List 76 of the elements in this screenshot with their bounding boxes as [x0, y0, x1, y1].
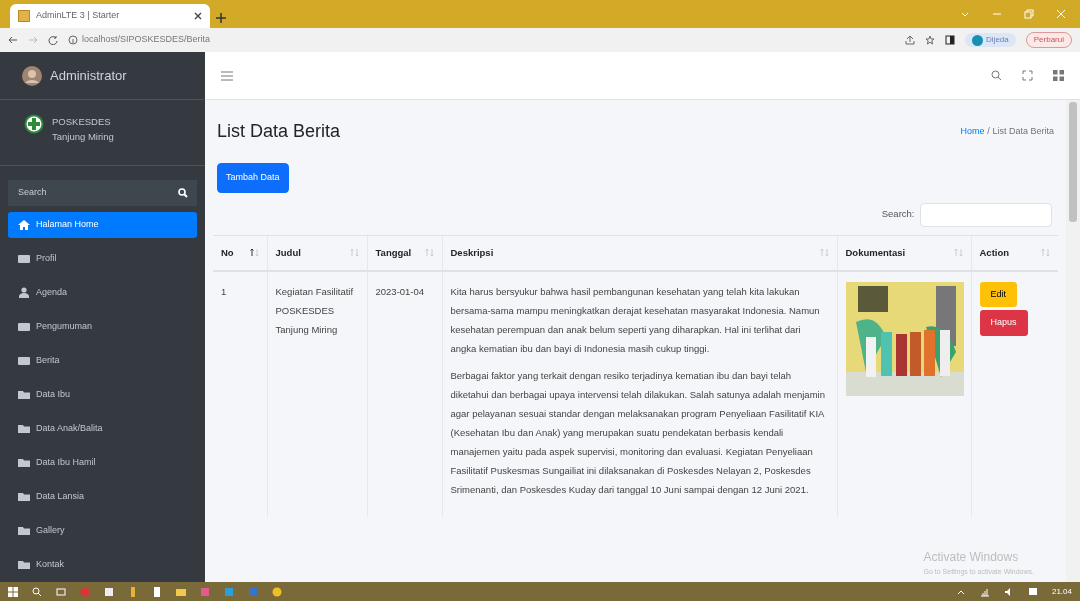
- card-icon: [18, 253, 30, 265]
- app-icon[interactable]: [272, 586, 282, 597]
- sidebar-item[interactable]: Kontak: [8, 552, 197, 578]
- scrollbar[interactable]: [1066, 100, 1080, 582]
- new-tab-icon[interactable]: [215, 12, 226, 23]
- search-label: Search:: [881, 207, 915, 222]
- app-icon[interactable]: [104, 586, 114, 597]
- table-search-field[interactable]: [920, 202, 1052, 227]
- url-text[interactable]: localhost/SIPOSKESDES/Berita: [82, 33, 211, 47]
- brand-location: Tanjung Miring: [52, 130, 114, 144]
- star-icon[interactable]: [925, 35, 936, 45]
- info-icon[interactable]: [68, 35, 78, 45]
- clock-time[interactable]: 21.04: [1051, 585, 1072, 598]
- add-data-button[interactable]: Tambah Data: [217, 163, 289, 193]
- home-icon: [18, 219, 30, 231]
- app-icon[interactable]: [152, 586, 162, 597]
- grid-icon[interactable]: [1053, 70, 1064, 81]
- table-cell-text: Kegiatan Fasilitatif POSKESDES Tanjung Miring: [275, 284, 355, 337]
- fullscreen-icon[interactable]: [1022, 70, 1033, 81]
- windows-start-icon[interactable]: [8, 586, 18, 597]
- column-header[interactable]: Judul: [267, 235, 367, 271]
- notification-icon[interactable]: [1027, 586, 1038, 597]
- folder-icon: [18, 525, 30, 537]
- breadcrumb-separator: /: [987, 125, 990, 136]
- sidebar-item[interactable]: Berita: [8, 348, 197, 374]
- sidebar-item[interactable]: Gallery: [8, 518, 197, 544]
- page-title: List Data Berita: [217, 120, 341, 143]
- sidebar-item[interactable]: Pengumuman: [8, 314, 197, 340]
- column-header[interactable]: Tanggal: [367, 235, 442, 271]
- share-icon[interactable]: [905, 35, 916, 45]
- breadcrumb-link[interactable]: Home: [960, 125, 985, 136]
- card-icon: [18, 321, 30, 333]
- column-header[interactable]: No: [213, 235, 267, 271]
- column-header[interactable]: Deskripsi: [442, 235, 837, 271]
- update-button[interactable]: Perbarui: [1025, 32, 1072, 48]
- avatar-icon: [22, 65, 42, 86]
- sidebar-item[interactable]: Data Lansia: [8, 484, 197, 510]
- folder-icon: [18, 423, 30, 435]
- sidebar-item[interactable]: Data Ibu: [8, 382, 197, 408]
- sidebar-search-field[interactable]: Search: [8, 180, 169, 206]
- task-view-icon[interactable]: [56, 586, 66, 597]
- delete-button[interactable]: Hapus: [979, 310, 1028, 336]
- breadcrumb-current: List Data Berita: [992, 125, 1054, 136]
- card-icon: [18, 355, 30, 367]
- back-icon[interactable]: [8, 35, 18, 45]
- reload-icon[interactable]: [48, 35, 58, 45]
- search-button[interactable]: [169, 180, 197, 206]
- column-header[interactable]: Dokumentasi: [837, 235, 971, 271]
- health-cross-logo-icon: [24, 114, 44, 134]
- edit-button[interactable]: Edit: [979, 281, 1017, 308]
- sidebar-item[interactable]: Data Ibu Hamil: [8, 450, 197, 476]
- folder-icon: [18, 457, 30, 469]
- sidebar-item[interactable]: Agenda: [8, 280, 197, 306]
- description-paragraph: Berbagai faktor yang terkait dengan resiko terjadinya kematian ibu dan bayi telah diketahui dan berbagai upaya intervensi telah dilakukan. Salah satunya adalah menjamin agar pelayanan sesuai standar dengan melaksanakan program Penyeliaan Fasilitatif KIA (Kesehatan Ibu dan Anak) yang merupakan suatu pendekatan berbasis kendali manajemen yaitu pada aspek supervisi, monitoring dan evaluasi. Kegiatan Penyeliaan Fasilitatif Puskesmas Sungailiat ini dilaksanakan di Poskesdes Nelayan 2, Poskesdes Srimenanti, dan Poskesdes Kuday dari tanggal 10 Juni sampai dengan 12 Juni 2021.: [450, 368, 826, 497]
- side-panel-icon[interactable]: [945, 35, 956, 45]
- tab-favicon-icon: [18, 10, 30, 22]
- app-icon[interactable]: [128, 586, 138, 597]
- network-icon[interactable]: [979, 586, 990, 597]
- table-cell-text: 2023-01-04: [375, 284, 426, 299]
- user-name[interactable]: Administrator: [50, 65, 127, 86]
- search-icon[interactable]: [32, 586, 42, 597]
- user-icon: [18, 287, 30, 299]
- close-icon[interactable]: [194, 12, 202, 20]
- folder-icon: [18, 491, 30, 503]
- table-cell-text: 1: [221, 284, 228, 299]
- search-icon[interactable]: [991, 70, 1002, 81]
- folder-icon: [18, 389, 30, 401]
- sidebar-item[interactable]: Halaman Home: [8, 212, 197, 238]
- description-paragraph: Kita harus bersyukur bahwa hasil pembangunan kesehatan yang telah kita lakukan bersama-sama mampu meningkatkan derajat kesehatan masyarakat Indonesia. Namun kesehatan perempuan dan anak belum seperti yang diharapkan. Hal ini terlihat dari angka kematian ibu dan bayi di Indonesia masih cukup tinggi.: [450, 284, 821, 356]
- brand-name: POSKESDES: [52, 115, 112, 129]
- sidebar-item[interactable]: Profil: [8, 246, 197, 272]
- sidebar-item[interactable]: Data Anak/Balita: [8, 416, 197, 442]
- search-icon: [178, 188, 188, 198]
- column-header[interactable]: Action: [971, 235, 1058, 271]
- folder-icon[interactable]: [176, 586, 186, 597]
- folder-icon: [18, 559, 30, 571]
